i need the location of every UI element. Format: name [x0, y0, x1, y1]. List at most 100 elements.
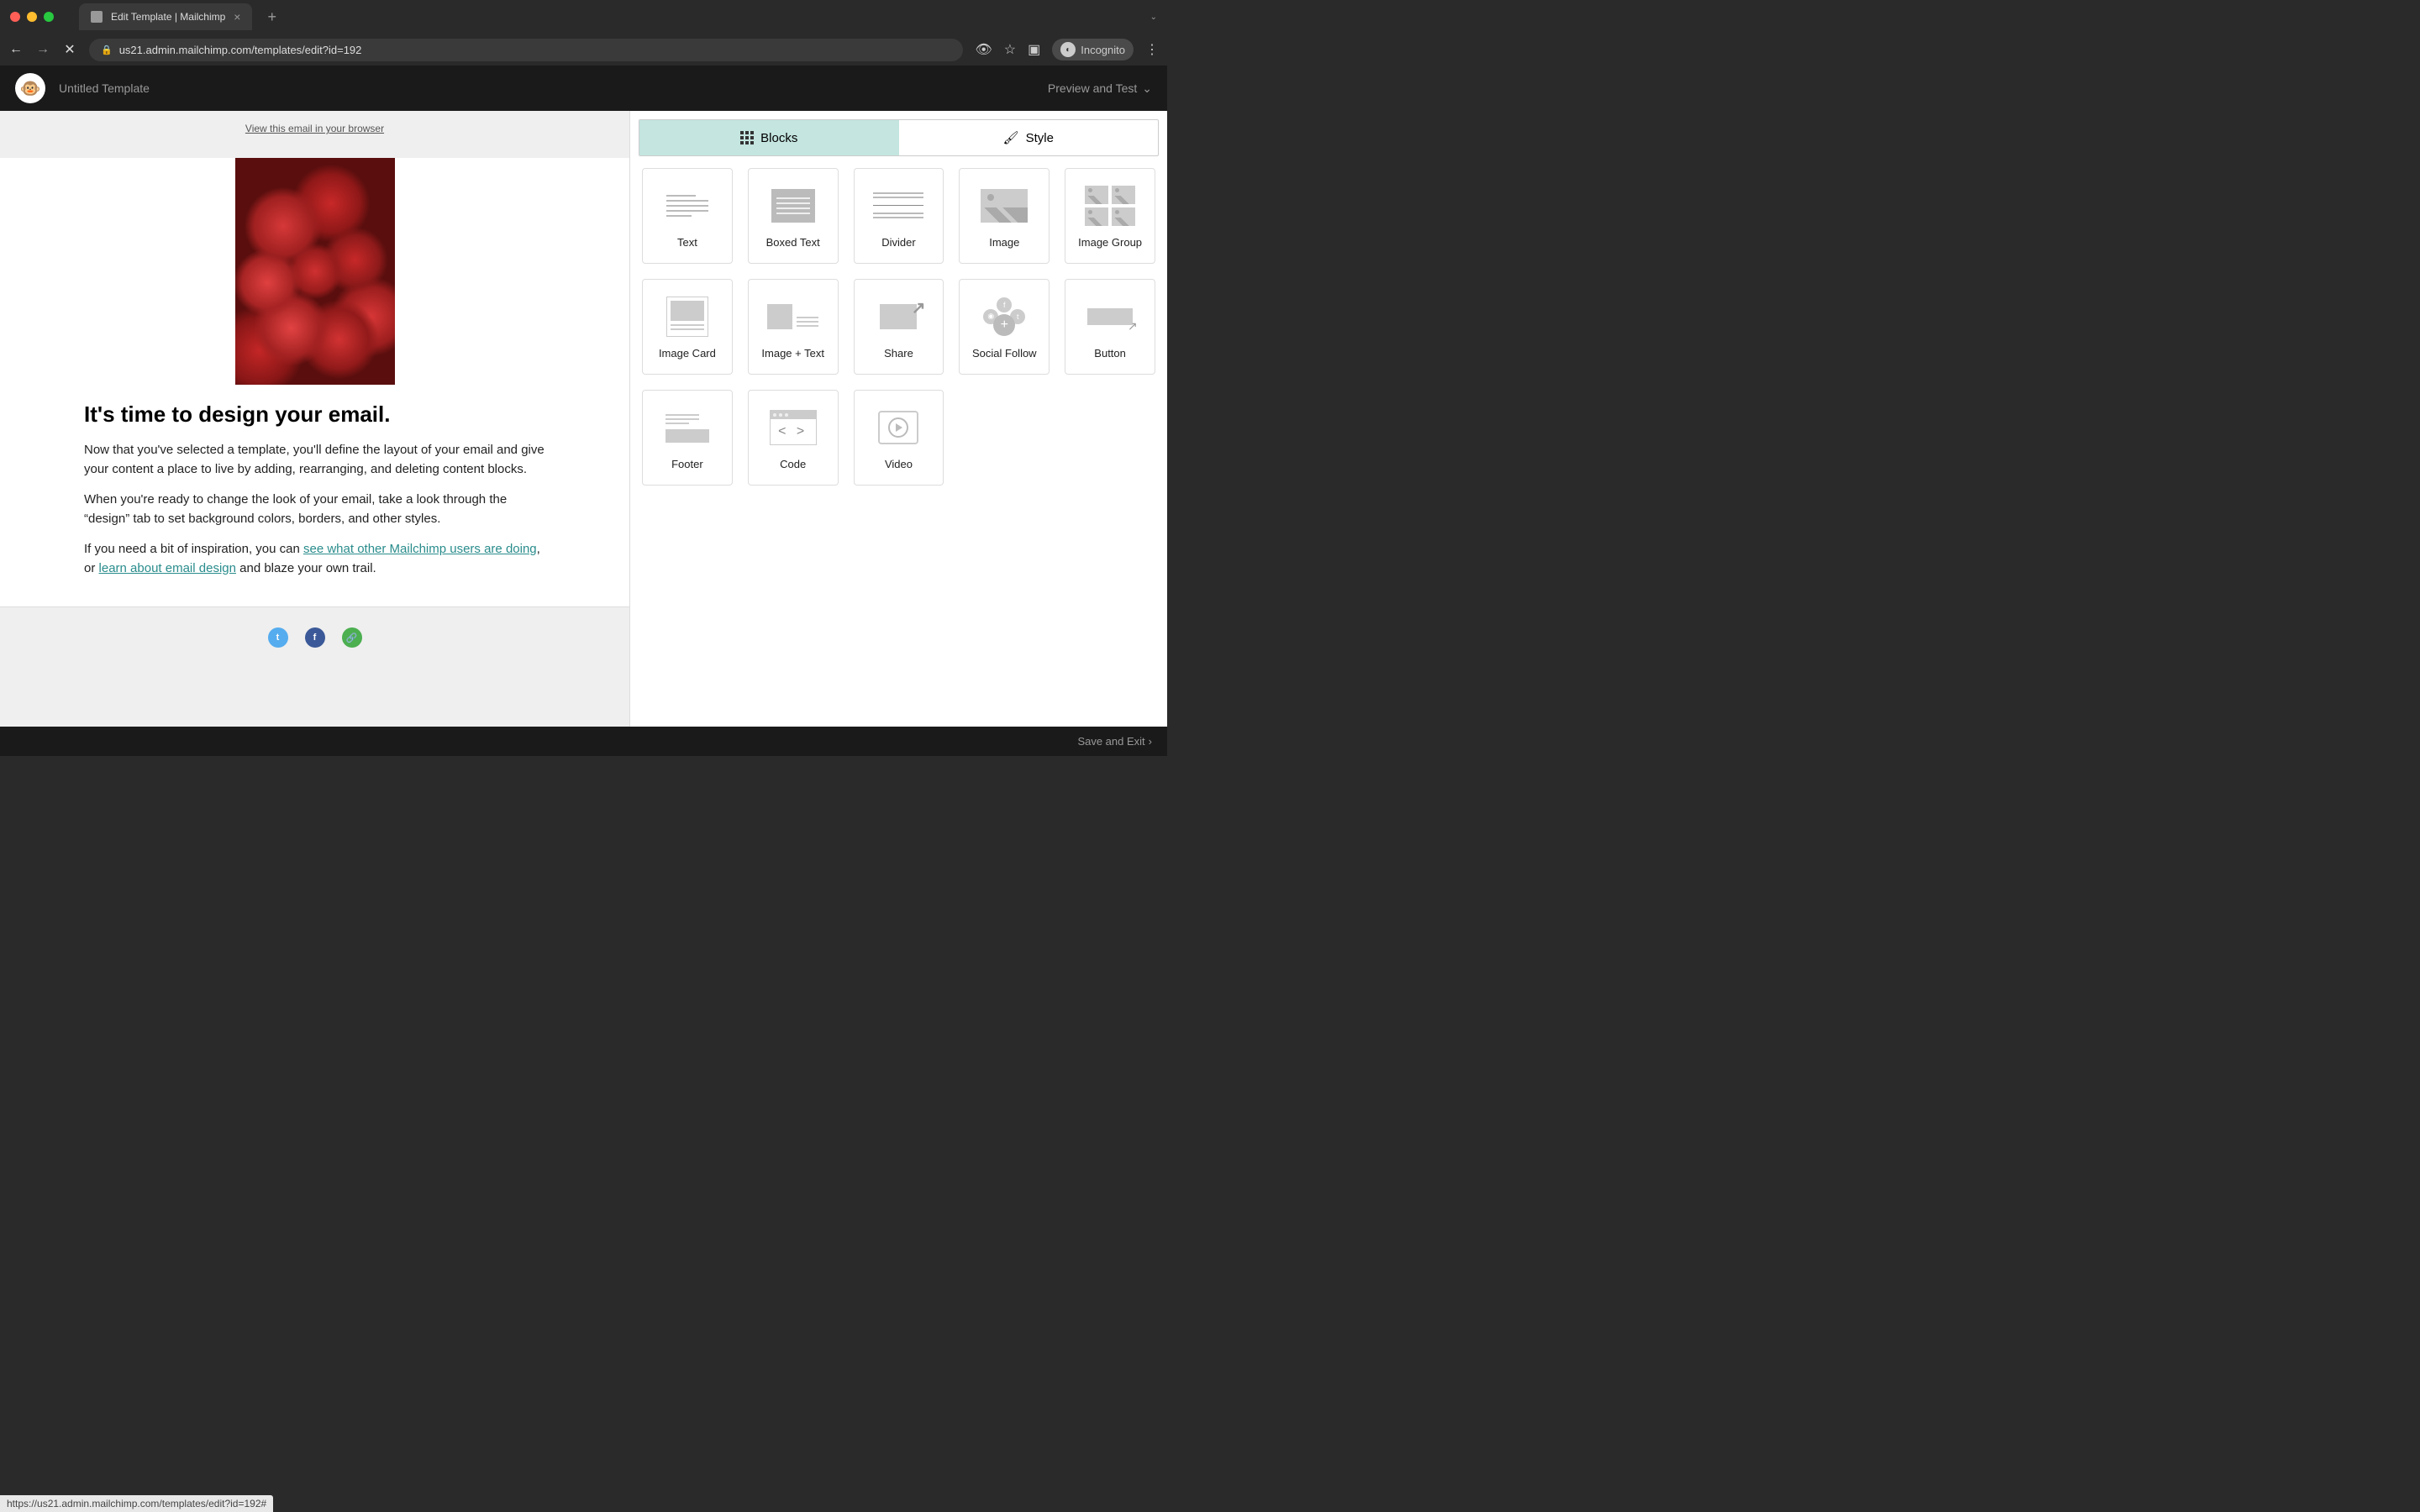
- block-video[interactable]: Video: [854, 390, 944, 486]
- bookmark-star-icon[interactable]: ☆: [1004, 41, 1016, 58]
- incognito-label: Incognito: [1081, 44, 1125, 56]
- block-label: Button: [1094, 347, 1126, 360]
- block-image-text[interactable]: Image + Text: [748, 279, 839, 375]
- tab-blocks[interactable]: Blocks: [639, 120, 899, 155]
- tab-style[interactable]: 🖌 Style: [899, 120, 1159, 155]
- bottom-bar: Save and Exit ›: [0, 727, 1167, 756]
- maximize-window-button[interactable]: [44, 12, 54, 22]
- mailchimp-logo[interactable]: 🐵: [15, 73, 45, 103]
- block-label: Share: [884, 347, 913, 360]
- paintbrush-icon: 🖌: [1003, 130, 1019, 145]
- incognito-badge[interactable]: ◐ Incognito: [1052, 39, 1134, 60]
- editor-sidebar: Blocks 🖌 Style Text Boxed Text Divider: [629, 111, 1167, 727]
- social-follow-block-icon: f◉t+: [977, 295, 1031, 339]
- template-name[interactable]: Untitled Template: [59, 81, 150, 95]
- block-label: Code: [780, 458, 806, 470]
- tab-title: Edit Template | Mailchimp: [111, 11, 225, 23]
- tab-style-label: Style: [1026, 131, 1054, 145]
- tab-overflow-button[interactable]: ⌄: [1150, 13, 1157, 22]
- lock-icon: 🔒: [101, 45, 113, 55]
- social-row[interactable]: t f 🔗: [0, 606, 629, 668]
- email-heading: It's time to design your email.: [84, 402, 545, 428]
- block-label: Image: [989, 236, 1019, 249]
- browser-tab-strip: Edit Template | Mailchimp × + ⌄: [0, 0, 1167, 34]
- extensions-icon[interactable]: ▣: [1028, 41, 1040, 58]
- block-text[interactable]: Text: [642, 168, 733, 264]
- preview-label: Preview and Test: [1048, 81, 1137, 95]
- reload-button[interactable]: ✕: [62, 42, 77, 57]
- close-window-button[interactable]: [10, 12, 20, 22]
- block-image-group[interactable]: Image Group: [1065, 168, 1155, 264]
- image-block-icon: [977, 184, 1031, 228]
- block-social-follow[interactable]: f◉t+ Social Follow: [959, 279, 1050, 375]
- block-image[interactable]: Image: [959, 168, 1050, 264]
- block-label: Image Card: [659, 347, 716, 360]
- block-footer[interactable]: Footer: [642, 390, 733, 486]
- view-in-browser-link[interactable]: View this email in your browser: [245, 123, 384, 134]
- email-content[interactable]: It's time to design your email. Now that…: [0, 158, 629, 606]
- chevron-right-icon: ›: [1149, 735, 1152, 748]
- incognito-icon: ◐: [1060, 42, 1076, 57]
- email-paragraph-1: Now that you've selected a template, you…: [84, 441, 545, 479]
- block-label: Divider: [881, 236, 915, 249]
- email-paragraph-3: If you need a bit of inspiration, you ca…: [84, 540, 545, 578]
- eye-off-icon[interactable]: 👁: [975, 41, 992, 58]
- boxed-text-block-icon: [766, 184, 820, 228]
- block-boxed-text[interactable]: Boxed Text: [748, 168, 839, 264]
- inspiration-link-1[interactable]: see what other Mailchimp users are doing: [303, 542, 537, 556]
- favicon: [91, 11, 103, 23]
- p3-after: and blaze your own trail.: [236, 561, 376, 575]
- url-text: us21.admin.mailchimp.com/templates/edit?…: [119, 44, 362, 56]
- window-controls: [10, 12, 54, 22]
- email-canvas[interactable]: View this email in your browser It's tim…: [0, 111, 629, 727]
- facebook-icon[interactable]: f: [305, 627, 325, 648]
- inspiration-link-2[interactable]: learn about email design: [99, 561, 236, 575]
- blocks-grid-icon: [740, 131, 754, 144]
- url-field[interactable]: 🔒 us21.admin.mailchimp.com/templates/edi…: [89, 39, 963, 61]
- status-bar-url: https://us21.admin.mailchimp.com/templat…: [0, 1495, 273, 1512]
- blocks-grid: Text Boxed Text Divider Image Image Grou…: [630, 168, 1167, 486]
- image-text-block-icon: [766, 295, 820, 339]
- divider-block-icon: [871, 184, 925, 228]
- tab-blocks-label: Blocks: [760, 131, 797, 145]
- forward-button[interactable]: →: [35, 42, 50, 57]
- app-header: 🐵 Untitled Template Preview and Test ⌄: [0, 66, 1167, 111]
- main-area: View this email in your browser It's tim…: [0, 111, 1167, 727]
- image-group-block-icon: [1083, 184, 1137, 228]
- image-card-block-icon: [660, 295, 714, 339]
- link-icon[interactable]: 🔗: [342, 627, 362, 648]
- block-button[interactable]: Button: [1065, 279, 1155, 375]
- block-label: Video: [885, 458, 913, 470]
- block-label: Social Follow: [972, 347, 1037, 360]
- email-body[interactable]: It's time to design your email. Now that…: [0, 402, 629, 606]
- video-block-icon: [871, 406, 925, 449]
- block-divider[interactable]: Divider: [854, 168, 944, 264]
- minimize-window-button[interactable]: [27, 12, 37, 22]
- block-label: Image Group: [1078, 236, 1142, 249]
- block-label: Footer: [671, 458, 703, 470]
- block-label: Image + Text: [761, 347, 824, 360]
- hero-image[interactable]: [235, 158, 395, 385]
- back-button[interactable]: ←: [8, 42, 24, 57]
- browser-tab[interactable]: Edit Template | Mailchimp ×: [79, 3, 252, 30]
- block-label: Text: [677, 236, 697, 249]
- block-share[interactable]: Share: [854, 279, 944, 375]
- save-exit-label: Save and Exit: [1077, 735, 1144, 748]
- footer-block-icon: [660, 406, 714, 449]
- chrome-menu-button[interactable]: ⋮: [1145, 41, 1159, 58]
- preview-and-test-menu[interactable]: Preview and Test ⌄: [1048, 81, 1152, 96]
- new-tab-button[interactable]: +: [267, 8, 276, 26]
- view-in-browser-bar: View this email in your browser: [0, 111, 629, 146]
- code-block-icon: < >: [766, 406, 820, 449]
- block-label: Boxed Text: [766, 236, 820, 249]
- chevron-down-icon: ⌄: [1142, 81, 1152, 96]
- share-block-icon: [871, 295, 925, 339]
- address-bar: ← → ✕ 🔒 us21.admin.mailchimp.com/templat…: [0, 34, 1167, 66]
- close-tab-button[interactable]: ×: [234, 10, 240, 24]
- twitter-icon[interactable]: t: [268, 627, 288, 648]
- block-code[interactable]: < > Code: [748, 390, 839, 486]
- sidebar-tabs: Blocks 🖌 Style: [639, 119, 1159, 156]
- block-image-card[interactable]: Image Card: [642, 279, 733, 375]
- save-and-exit-button[interactable]: Save and Exit ›: [1077, 735, 1152, 748]
- text-block-icon: [660, 184, 714, 228]
